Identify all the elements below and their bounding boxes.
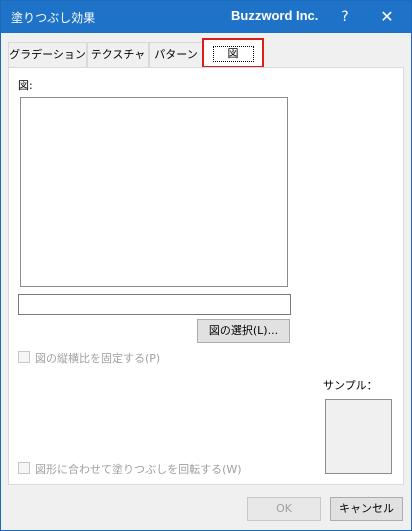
select-picture-button[interactable]: 図の選択(L)... bbox=[197, 319, 290, 343]
rotate-with-shape-checkbox[interactable] bbox=[18, 462, 30, 474]
sample-label: サンプル： bbox=[323, 379, 378, 392]
tab-pattern[interactable]: パターン bbox=[149, 42, 203, 67]
fill-effects-dialog: 塗りつぶし効果 Buzzword Inc. ? ✕ グラデーション テクスチャ … bbox=[0, 0, 412, 531]
tab-picture-label: 図 bbox=[212, 46, 254, 62]
lock-ratio-label: 図の縦横比を固定する(P) bbox=[35, 352, 161, 365]
cancel-button[interactable]: キャンセル bbox=[330, 497, 403, 521]
picture-label: 図: bbox=[18, 79, 33, 92]
rotate-with-shape-label: 図形に合わせて塗りつぶしを回転する(W) bbox=[35, 463, 242, 476]
title-bar[interactable]: 塗りつぶし効果 Buzzword Inc. ? ✕ bbox=[1, 1, 411, 33]
picture-name-field[interactable] bbox=[18, 294, 291, 315]
sample-preview bbox=[325, 399, 392, 474]
tab-gradient[interactable]: グラデーション bbox=[8, 42, 87, 67]
lock-ratio-checkbox[interactable] bbox=[18, 351, 30, 363]
brand-label: Buzzword Inc. bbox=[231, 8, 319, 23]
help-button[interactable]: ? bbox=[335, 6, 355, 28]
tab-texture[interactable]: テクスチャ bbox=[87, 42, 149, 67]
tab-picture[interactable]: 図 bbox=[202, 38, 264, 68]
dialog-title: 塗りつぶし効果 bbox=[11, 11, 96, 25]
picture-tab-panel: 図: 図の選択(L)... 図の縦横比を固定する(P) サンプル： 図形に合わせ… bbox=[8, 67, 404, 485]
ok-button[interactable]: OK bbox=[247, 497, 321, 521]
close-button[interactable]: ✕ bbox=[375, 6, 399, 28]
picture-preview bbox=[20, 97, 288, 287]
